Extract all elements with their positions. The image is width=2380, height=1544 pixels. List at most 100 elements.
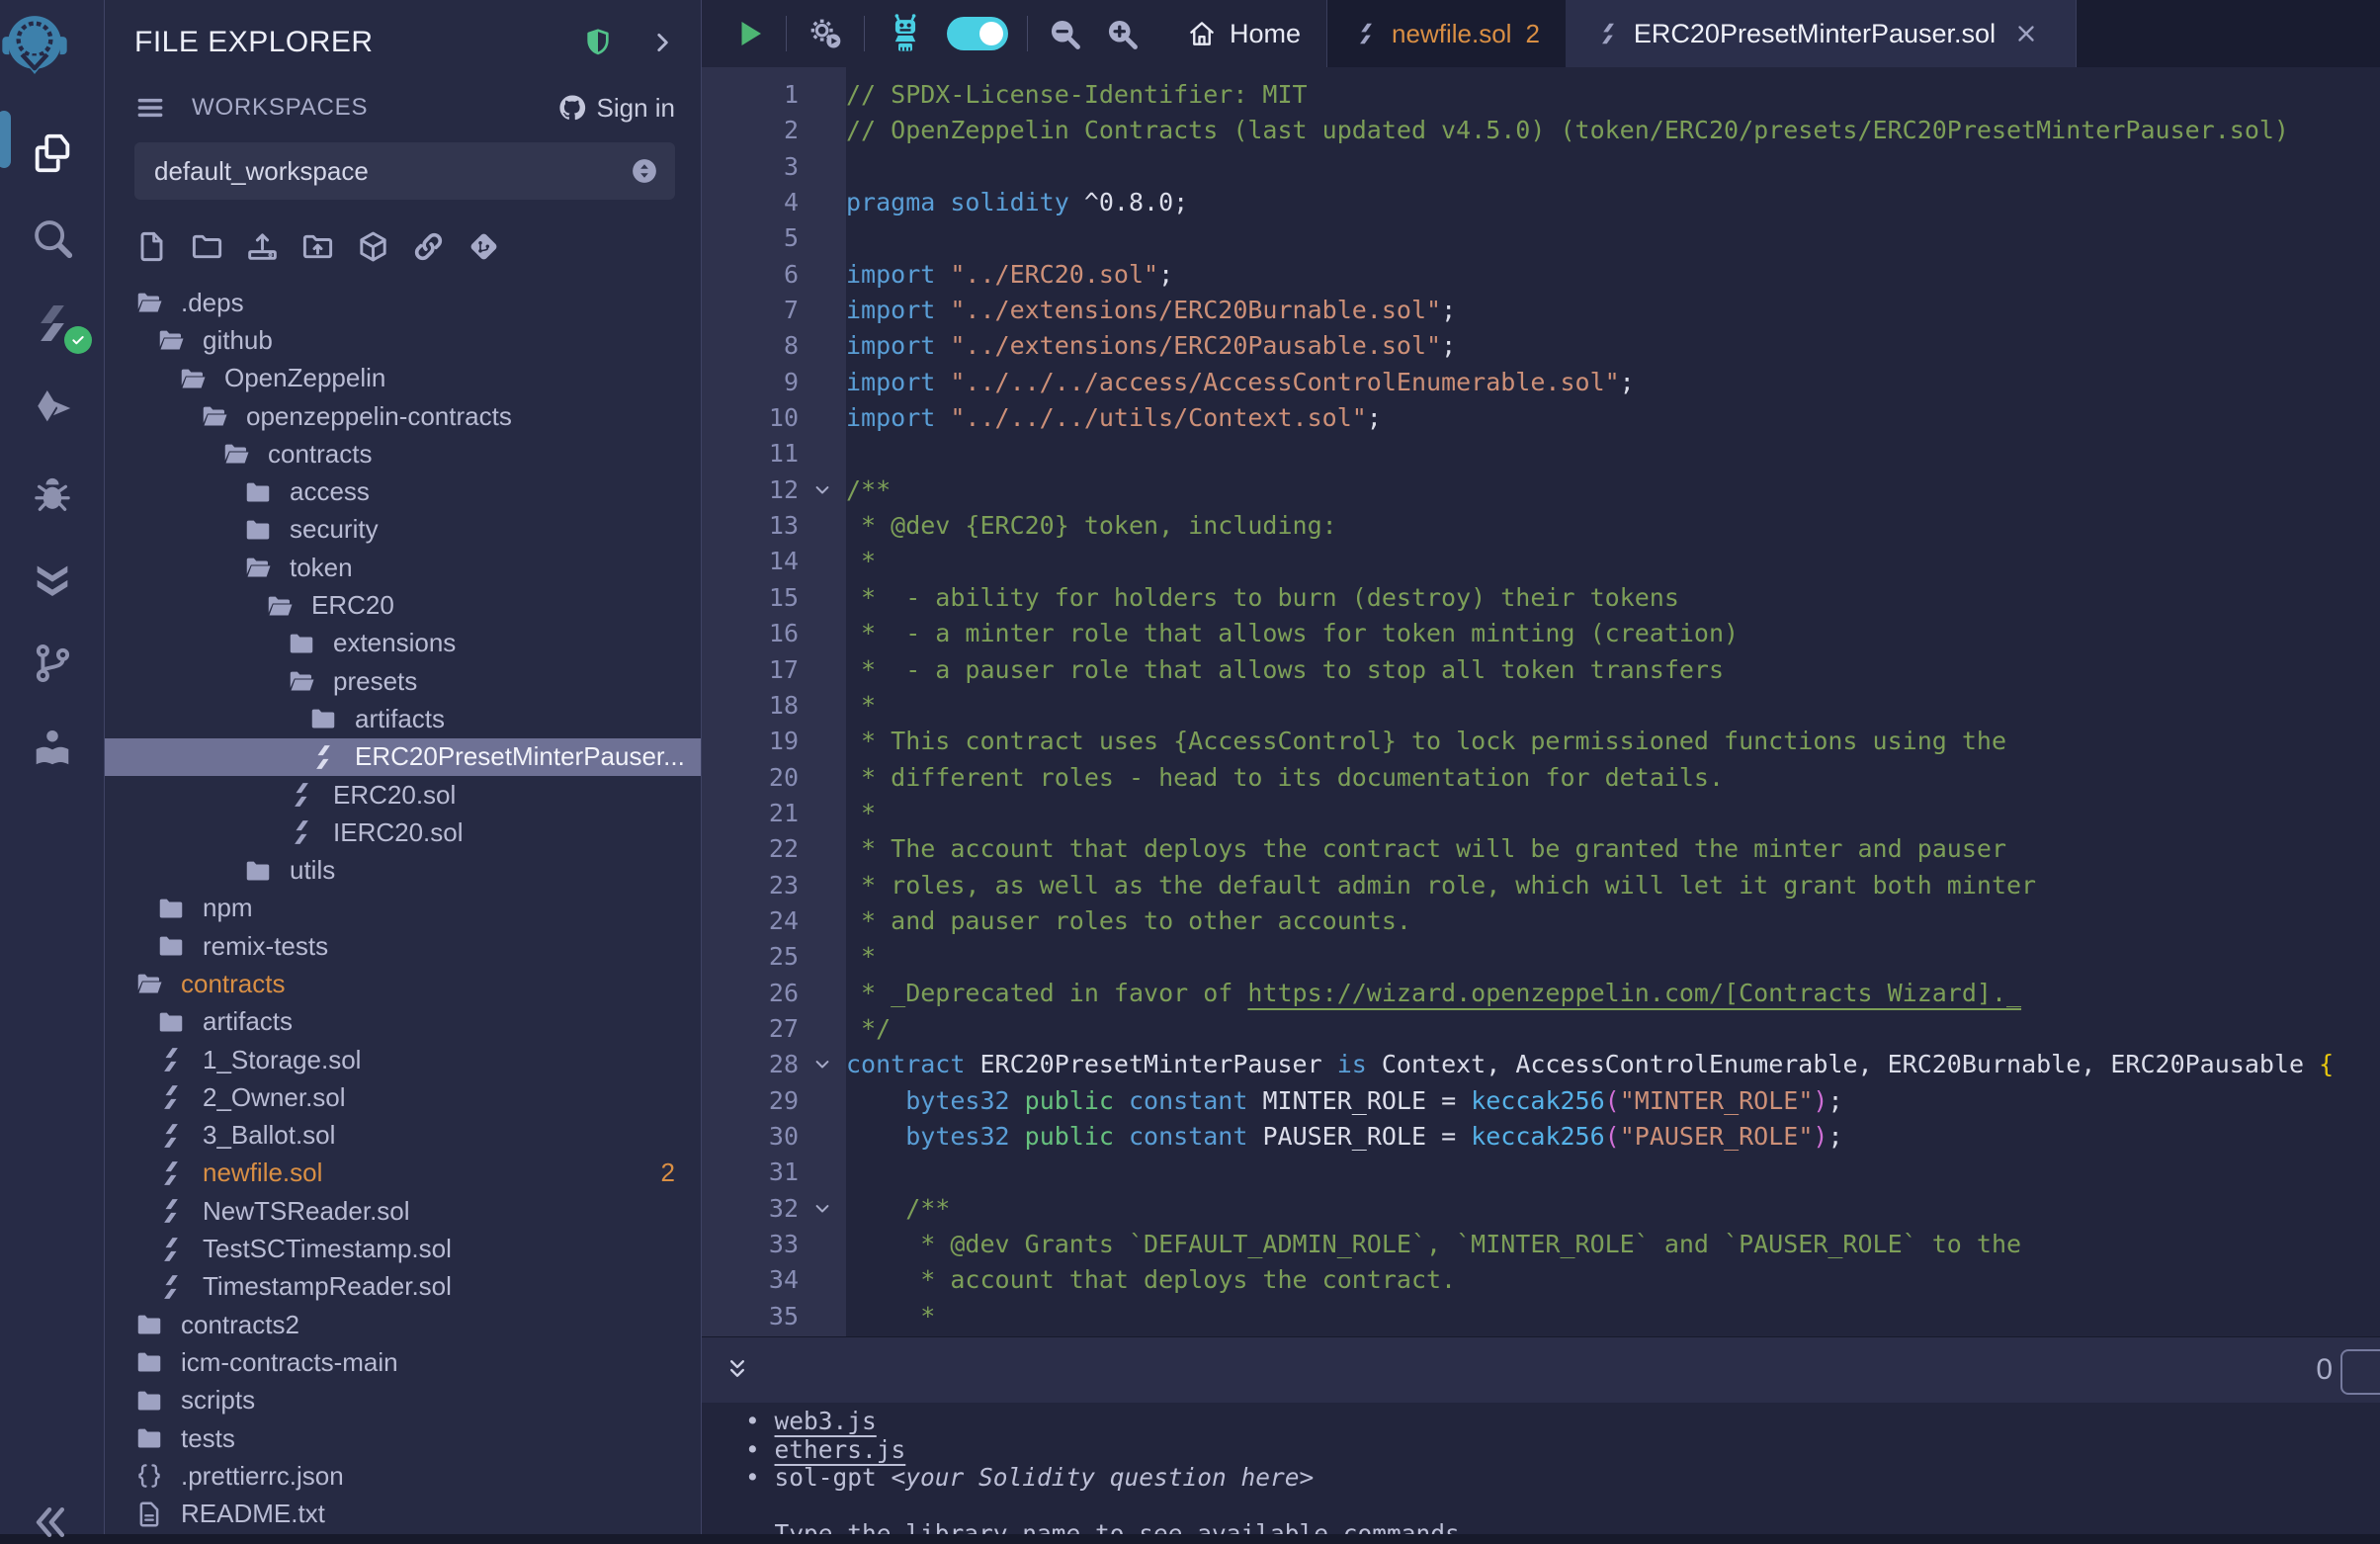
tree-item-access[interactable]: access bbox=[105, 472, 701, 510]
tree-item-label: artifacts bbox=[203, 1006, 293, 1037]
tree-item-3-ballot-sol[interactable]: 3_Ballot.sol bbox=[105, 1117, 701, 1155]
toggle-knob bbox=[979, 22, 1003, 45]
terminal-header[interactable]: 0 bbox=[702, 1336, 2380, 1403]
terminal-link[interactable]: web3.js bbox=[775, 1407, 877, 1435]
terminal-line bbox=[745, 1493, 2380, 1521]
code-text: * - a pauser role that allows to stop al… bbox=[846, 652, 2380, 688]
tab-newfile[interactable]: newfile.sol 2 bbox=[1327, 0, 1566, 67]
new-file-icon[interactable] bbox=[134, 229, 169, 264]
collapse-sidebar-icon[interactable] bbox=[28, 1501, 71, 1544]
tree-item-presets[interactable]: presets bbox=[105, 662, 701, 700]
chevron-right-icon[interactable] bbox=[649, 30, 675, 55]
tree-item-label: 3_Ballot.sol bbox=[203, 1120, 335, 1151]
tree-item-artifacts[interactable]: artifacts bbox=[105, 1003, 701, 1041]
line-number: 17 bbox=[702, 652, 799, 688]
tree-item-erc20[interactable]: ERC20 bbox=[105, 586, 701, 624]
checks-icon bbox=[30, 556, 75, 601]
close-tab-icon[interactable] bbox=[2013, 21, 2039, 46]
sign-in-button[interactable]: Sign in bbox=[597, 93, 676, 124]
activity-search[interactable] bbox=[0, 196, 104, 281]
tree-item-github[interactable]: github bbox=[105, 321, 701, 359]
tree-item-scripts[interactable]: scripts bbox=[105, 1382, 701, 1419]
tree-item-remix-tests[interactable]: remix-tests bbox=[105, 927, 701, 965]
tree-item-artifacts[interactable]: artifacts bbox=[105, 700, 701, 737]
code-text: bytes32 public constant PAUSER_ROLE = ke… bbox=[846, 1119, 2380, 1155]
activity-deploy-run[interactable] bbox=[0, 366, 104, 451]
activity-file-explorer[interactable] bbox=[0, 111, 104, 196]
ipfs-cube-icon[interactable] bbox=[356, 229, 390, 264]
folder-icon bbox=[134, 1310, 164, 1339]
tree-item--deps[interactable]: .deps bbox=[105, 284, 701, 321]
link-icon[interactable] bbox=[411, 229, 446, 264]
compiled-check-badge bbox=[64, 326, 92, 354]
git-clone-icon[interactable] bbox=[467, 229, 501, 264]
line-number: 29 bbox=[702, 1083, 799, 1119]
zoom-out-icon[interactable] bbox=[1047, 16, 1082, 51]
tree-item-contracts[interactable]: contracts bbox=[105, 965, 701, 1002]
zoom-in-icon[interactable] bbox=[1104, 16, 1140, 51]
upload-folder-icon[interactable] bbox=[300, 229, 335, 264]
solidity-icon bbox=[156, 1082, 186, 1112]
fold-gutter bbox=[799, 220, 846, 256]
activity-debugger[interactable] bbox=[0, 451, 104, 536]
fold-gutter bbox=[799, 1227, 846, 1262]
tree-item-testsctimestamp-sol[interactable]: TestSCTimestamp.sol bbox=[105, 1230, 701, 1267]
terminal-menu-button[interactable] bbox=[2340, 1349, 2380, 1395]
activity-git[interactable] bbox=[0, 621, 104, 706]
code-editor[interactable]: 1// SPDX-License-Identifier: MIT2// Open… bbox=[702, 67, 2380, 1336]
run-script-icon[interactable] bbox=[731, 16, 767, 51]
hamburger-menu-icon[interactable] bbox=[134, 92, 166, 124]
tree-item-security[interactable]: security bbox=[105, 511, 701, 549]
code-line-20: 20 * different roles - head to its docum… bbox=[702, 760, 2380, 796]
fold-gutter[interactable] bbox=[799, 1047, 846, 1082]
tree-item-openzeppelin-contracts[interactable]: openzeppelin-contracts bbox=[105, 397, 701, 435]
tree-item-label: OpenZeppelin bbox=[224, 363, 385, 393]
tree-item--prettierrc-json[interactable]: .prettierrc.json bbox=[105, 1457, 701, 1495]
tree-item-2-owner-sol[interactable]: 2_Owner.sol bbox=[105, 1078, 701, 1116]
compile-settings-icon[interactable] bbox=[806, 14, 845, 53]
tree-item-npm[interactable]: npm bbox=[105, 890, 701, 927]
code-line-2: 2// OpenZeppelin Contracts (last updated… bbox=[702, 113, 2380, 148]
tree-item-utils[interactable]: utils bbox=[105, 851, 701, 889]
folder-open-icon bbox=[156, 325, 186, 355]
remix-logo-icon bbox=[0, 12, 69, 81]
tree-item-extensions[interactable]: extensions bbox=[105, 625, 701, 662]
tree-item-1-storage-sol[interactable]: 1_Storage.sol bbox=[105, 1041, 701, 1078]
tree-item-newtsreader-sol[interactable]: NewTSReader.sol bbox=[105, 1192, 701, 1230]
line-number: 27 bbox=[702, 1011, 799, 1047]
tree-item-erc20presetminterpauser-[interactable]: ERC20PresetMinterPauser... bbox=[105, 738, 701, 776]
tree-item-contracts[interactable]: contracts bbox=[105, 435, 701, 472]
tree-item-contracts2[interactable]: contracts2 bbox=[105, 1306, 701, 1343]
workspace-selector[interactable]: default_workspace bbox=[134, 142, 675, 200]
tree-item-erc20-sol[interactable]: ERC20.sol bbox=[105, 776, 701, 814]
shield-icon[interactable] bbox=[582, 27, 614, 58]
fold-gutter[interactable] bbox=[799, 472, 846, 508]
tree-item-icm-contracts-main[interactable]: icm-contracts-main bbox=[105, 1343, 701, 1381]
activity-solidity-compiler[interactable] bbox=[0, 281, 104, 366]
ai-assistant-icon[interactable] bbox=[884, 12, 927, 55]
tab-home[interactable]: Home bbox=[1161, 19, 1326, 49]
tree-item-readme-txt[interactable]: README.txt bbox=[105, 1496, 701, 1533]
tree-item-newfile-sol[interactable]: newfile.sol2 bbox=[105, 1155, 701, 1192]
tree-item-label: openzeppelin-contracts bbox=[246, 401, 512, 432]
github-icon[interactable] bbox=[557, 93, 587, 123]
new-folder-icon[interactable] bbox=[190, 229, 224, 264]
upload-file-icon[interactable] bbox=[245, 229, 280, 264]
activity-unit-testing[interactable] bbox=[0, 536, 104, 621]
fold-gutter[interactable] bbox=[799, 1191, 846, 1227]
tree-item-ierc20-sol[interactable]: IERC20.sol bbox=[105, 814, 701, 851]
tree-item-timestampreader-sol[interactable]: TimestampReader.sol bbox=[105, 1268, 701, 1306]
tab-erc20presetminterpauser[interactable]: ERC20PresetMinterPauser.sol bbox=[1566, 0, 2077, 67]
fold-gutter bbox=[799, 1011, 846, 1047]
tree-item-openzeppelin[interactable]: OpenZeppelin bbox=[105, 360, 701, 397]
workspace-switch-icon[interactable] bbox=[630, 156, 659, 186]
folder-open-icon bbox=[287, 666, 316, 696]
code-text: * account that deploys the contract. bbox=[846, 1262, 2380, 1298]
tree-item-token[interactable]: token bbox=[105, 549, 701, 586]
activity-learneth[interactable] bbox=[0, 706, 104, 791]
line-number: 28 bbox=[702, 1047, 799, 1082]
ai-toggle[interactable] bbox=[947, 17, 1008, 50]
tree-item-tests[interactable]: tests bbox=[105, 1419, 701, 1457]
terminal-link[interactable]: ethers.js bbox=[775, 1435, 906, 1464]
terminal-expand-icon[interactable] bbox=[723, 1356, 751, 1384]
